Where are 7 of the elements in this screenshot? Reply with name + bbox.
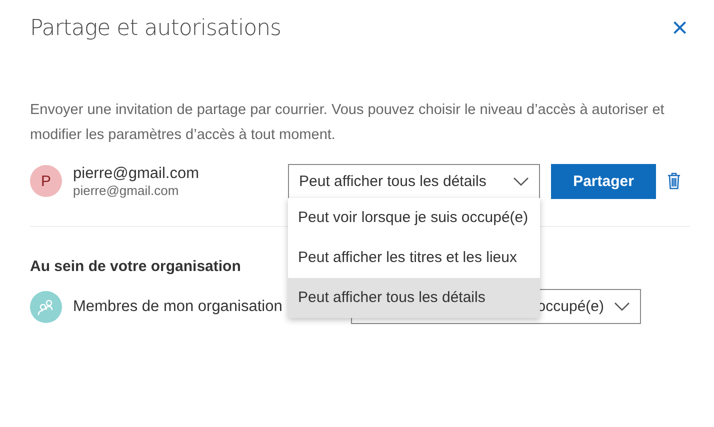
dialog-title: Partage et autorisations (30, 16, 282, 40)
contact-email: pierre@gmail.com (73, 182, 180, 198)
section-heading: Au sein de votre organisation (30, 258, 242, 275)
description-text: Envoyer une invitation de partage par courrier. Vous pouvez choisir le niveau d’accès à autoriser et modifier les paramètres d’accès à tout moment. (30, 101, 666, 145)
group-name: Membres de mon organisation (73, 298, 284, 316)
avatar: P (30, 165, 62, 197)
contact-name: pierre@gmail.com (73, 164, 200, 182)
